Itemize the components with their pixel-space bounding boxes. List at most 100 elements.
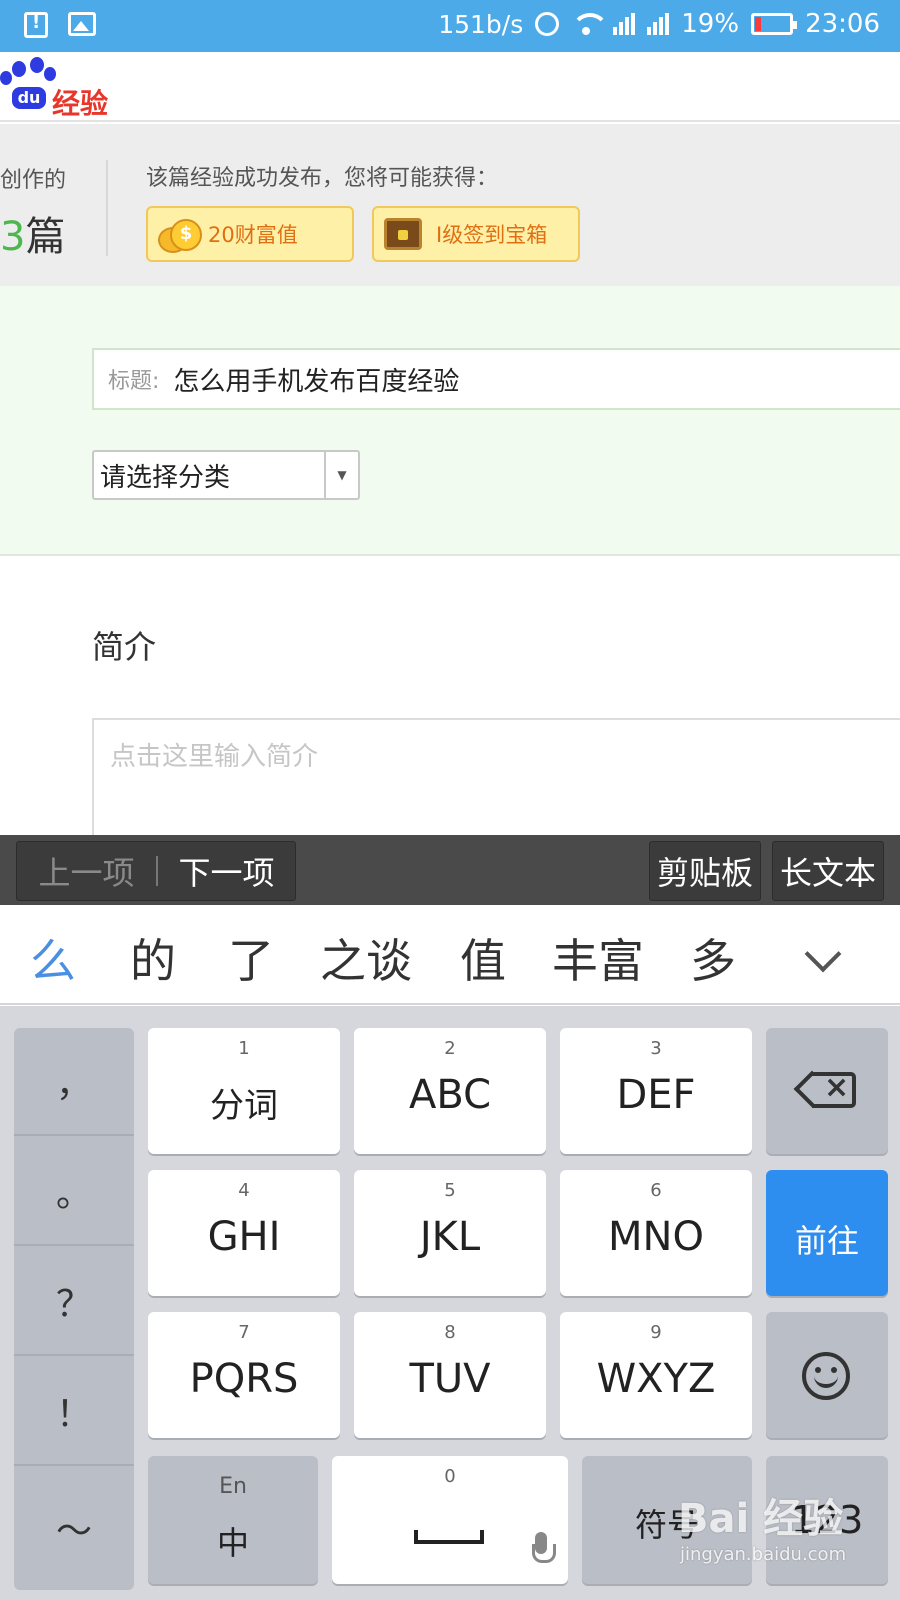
key-2[interactable]: 2 ABC: [354, 1028, 546, 1154]
punct-key-period[interactable]: 。: [14, 1138, 134, 1246]
go-button-label: 前往: [794, 1222, 859, 1260]
created-label: 创作的: [0, 168, 67, 193]
key-digit: 8: [444, 1322, 456, 1343]
created-count-unit: 篇: [25, 214, 66, 260]
image-notification-icon: [68, 12, 96, 36]
space-bar-icon: [414, 1530, 484, 1544]
key-digit: 9: [650, 1322, 662, 1343]
baidu-watermark: Bai 经验 jingyan.baidu.com: [678, 1486, 878, 1586]
coin-icon: [158, 217, 202, 253]
go-button[interactable]: 前往: [766, 1170, 888, 1296]
key-label: TUV: [409, 1356, 491, 1402]
lang-en-label: En: [219, 1474, 247, 1499]
space-key[interactable]: 0: [332, 1456, 568, 1584]
key-label: JKL: [419, 1214, 481, 1260]
signal-icon: [613, 13, 636, 35]
candidate-item[interactable]: 值: [460, 925, 506, 991]
key-digit: 1: [238, 1038, 250, 1059]
category-select[interactable]: 请选择分类 ▼: [92, 450, 360, 500]
key-label: 分词: [210, 1086, 278, 1126]
reward-wealth-label: 20财富值: [208, 223, 298, 247]
punct-key-exclaim[interactable]: ！: [14, 1358, 134, 1466]
watermark-url: jingyan.baidu.com: [680, 1544, 847, 1565]
baidu-jingyan-logo[interactable]: du 经验: [0, 57, 120, 120]
key-8[interactable]: 8 TUV: [354, 1312, 546, 1438]
created-count: 3篇: [0, 204, 65, 262]
wifi-icon: [571, 13, 610, 35]
backspace-icon: ×: [793, 1070, 856, 1108]
key-label: MNO: [608, 1214, 704, 1260]
reward-title: 该篇经验成功发布，您将可能获得：: [146, 166, 499, 191]
key-label: GHI: [207, 1214, 281, 1260]
key-4[interactable]: 4 GHI: [148, 1170, 340, 1296]
candidate-item[interactable]: 的: [130, 925, 176, 991]
microphone-icon[interactable]: [532, 1532, 556, 1568]
site-header: du 经验: [0, 52, 900, 122]
punct-key-tilde[interactable]: ～: [14, 1468, 134, 1588]
candidate-item[interactable]: 了: [228, 925, 274, 991]
key-9[interactable]: 9 WXYZ: [560, 1312, 752, 1438]
long-text-button[interactable]: 长文本: [772, 841, 884, 901]
key-digit: 7: [238, 1322, 250, 1343]
title-value: 怎么用手机发布百度经验: [173, 366, 460, 397]
candidate-item[interactable]: 多: [690, 925, 736, 991]
stats-band: 创作的 3篇 该篇经验成功发布，您将可能获得： 20财富值 Ⅰ级签到宝箱: [0, 124, 900, 286]
reward-wealth-badge: 20财富值: [146, 206, 354, 262]
alarm-icon: [535, 12, 560, 36]
key-label: WXYZ: [596, 1356, 716, 1402]
title-label: 标题:: [108, 369, 160, 394]
key-3[interactable]: 3 DEF: [560, 1028, 752, 1154]
intro-placeholder: 点击这里输入简介: [110, 742, 319, 772]
title-input[interactable]: 标题: 怎么用手机发布百度经验: [92, 348, 900, 410]
chest-icon: [384, 218, 422, 250]
key-6[interactable]: 6 MNO: [560, 1170, 752, 1296]
field-navigation: 上一项 下一项: [16, 841, 296, 901]
candidate-item[interactable]: 之谈: [320, 925, 412, 991]
key-digit: 4: [238, 1180, 250, 1201]
lang-zh-label: 中: [216, 1524, 249, 1562]
candidate-item[interactable]: 丰富: [552, 925, 644, 991]
reward-chest-badge: Ⅰ级签到宝箱: [372, 206, 580, 262]
alert-notification-icon: [24, 12, 48, 38]
punct-key-comma[interactable]: ，: [14, 1028, 134, 1136]
signal-icon-2: [647, 13, 670, 35]
logo-du: du: [12, 87, 46, 109]
punct-key-question[interactable]: ？: [14, 1248, 134, 1356]
emoji-key[interactable]: [766, 1312, 888, 1438]
key-digit: 2: [444, 1038, 456, 1059]
prev-field-button[interactable]: 上一项: [17, 848, 156, 894]
created-count-number: 3: [0, 214, 26, 260]
category-select-value: 请选择分类: [100, 462, 231, 493]
key-label: ABC: [408, 1072, 492, 1118]
stats-divider: [106, 160, 108, 256]
clipboard-button[interactable]: 剪贴板: [649, 841, 761, 901]
key-digit: 6: [650, 1180, 662, 1201]
key-digit: 0: [444, 1466, 456, 1487]
clock: 23:06: [805, 9, 880, 39]
smiley-icon: [802, 1352, 850, 1400]
language-switch-key[interactable]: En 中: [148, 1456, 318, 1584]
battery-percent: 19%: [681, 9, 740, 39]
keyboard-toolbar: 上一项 下一项 剪贴板 长文本: [0, 835, 900, 905]
reward-chest-label: Ⅰ级签到宝箱: [436, 223, 548, 247]
title-section: 标题: 怎么用手机发布百度经验 请选择分类 ▼: [0, 286, 900, 556]
dropdown-arrow-icon: ▼: [324, 452, 358, 498]
status-bar: 151b/s 19% 23:06: [0, 0, 900, 52]
key-5[interactable]: 5 JKL: [354, 1170, 546, 1296]
key-digit: 3: [650, 1038, 662, 1059]
next-field-button[interactable]: 下一项: [158, 848, 295, 894]
candidate-bar: 么 的 了 之谈 值 丰富 多: [0, 905, 900, 1005]
net-speed: 151b/s: [438, 9, 524, 39]
expand-candidates-chevron-icon[interactable]: [804, 935, 842, 973]
punctuation-column: ， 。 ？ ！ ～: [14, 1028, 134, 1590]
intro-input[interactable]: 点击这里输入简介: [92, 718, 900, 838]
candidate-item[interactable]: 么: [30, 925, 76, 991]
key-7[interactable]: 7 PQRS: [148, 1312, 340, 1438]
battery-icon: [751, 13, 798, 35]
key-label: DEF: [616, 1072, 696, 1118]
watermark-logo: Bai 经验: [678, 1496, 844, 1542]
backspace-key[interactable]: ×: [766, 1028, 888, 1154]
intro-heading: 简介: [92, 628, 157, 666]
key-1[interactable]: 1 分词: [148, 1028, 340, 1154]
key-digit: 5: [444, 1180, 456, 1201]
